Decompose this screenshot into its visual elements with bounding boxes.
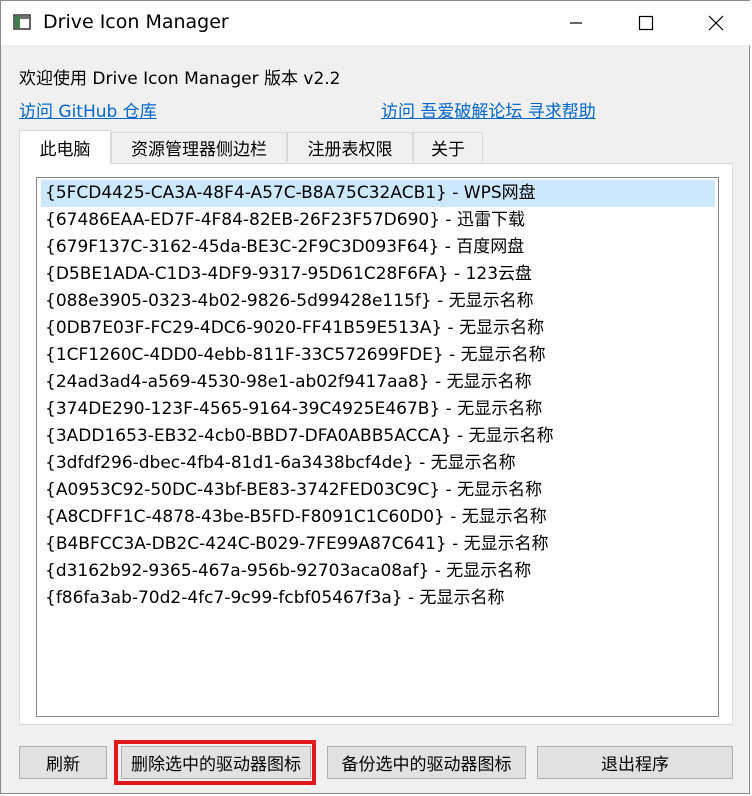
tab-explorer-sidebar[interactable]: 资源管理器侧边栏	[111, 132, 287, 162]
delete-selected-button[interactable]: 删除选中的驱动器图标	[121, 746, 311, 779]
title-bar: Drive Icon Manager	[1, 1, 751, 45]
maximize-button[interactable]	[623, 1, 669, 45]
list-item[interactable]: {B4BFCC3A-DB2C-424C-B029-7FE99A87C641} -…	[41, 531, 715, 558]
github-link[interactable]: 访问 GitHub 仓库	[19, 97, 157, 122]
list-item[interactable]: {679F137C-3162-45da-BE3C-2F9C3D093F64} -…	[41, 234, 715, 261]
welcome-text: 欢迎使用 Drive Icon Manager 版本 v2.2	[19, 69, 341, 89]
app-window: Drive Icon Manager 欢迎使用 Drive Icon Manag…	[0, 0, 751, 794]
tab-panel: {5FCD4425-CA3A-48F4-A57C-B8A75C32ACB1} -…	[19, 163, 733, 725]
list-item[interactable]: {A0953C92-50DC-43bf-BE83-3742FED03C9C} -…	[41, 477, 715, 504]
list-item[interactable]: {67486EAA-ED7F-4F84-82EB-26F23F57D690} -…	[41, 207, 715, 234]
drive-icon-list[interactable]: {5FCD4425-CA3A-48F4-A57C-B8A75C32ACB1} -…	[36, 177, 719, 717]
exit-button[interactable]: 退出程序	[537, 746, 733, 779]
backup-selected-button[interactable]: 备份选中的驱动器图标	[327, 746, 526, 779]
list-item[interactable]: {088e3905-0323-4b02-9826-5d99428e115f} -…	[41, 288, 715, 315]
window-title: Drive Icon Manager	[43, 11, 229, 33]
app-icon	[13, 14, 31, 30]
list-item[interactable]: {0DB7E03F-FC29-4DC6-9020-FF41B59E513A} -…	[41, 315, 715, 342]
list-item[interactable]: {374DE290-123F-4565-9164-39C4925E467B} -…	[41, 396, 715, 423]
list-item[interactable]: {A8CDFF1C-4878-43be-B5FD-F8091C1C60D0} -…	[41, 504, 715, 531]
list-item[interactable]: {3dfdf296-dbec-4fb4-81d1-6a3438bcf4de} -…	[41, 450, 715, 477]
refresh-button[interactable]: 刷新	[19, 746, 107, 779]
list-item[interactable]: {D5BE1ADA-C1D3-4DF9-9317-95D61C28F6FA} -…	[41, 261, 715, 288]
close-button[interactable]	[693, 1, 739, 45]
tab-about[interactable]: 关于	[413, 132, 483, 162]
list-item[interactable]: {3ADD1653-EB32-4cb0-BBD7-DFA0ABB5ACCA} -…	[41, 423, 715, 450]
list-item[interactable]: {f86fa3ab-70d2-4fc7-9c99-fcbf05467f3a} -…	[41, 585, 715, 612]
minimize-button[interactable]	[553, 1, 599, 45]
tab-registry-permissions[interactable]: 注册表权限	[287, 132, 413, 162]
list-item[interactable]: {24ad3ad4-a569-4530-98e1-ab02f9417aa8} -…	[41, 369, 715, 396]
close-icon	[708, 15, 724, 31]
list-item[interactable]: {1CF1260C-4DD0-4ebb-811F-33C572699FDE} -…	[41, 342, 715, 369]
forum-link[interactable]: 访问 吾爱破解论坛 寻求帮助	[381, 97, 596, 122]
minimize-icon	[570, 22, 582, 24]
list-item[interactable]: {5FCD4425-CA3A-48F4-A57C-B8A75C32ACB1} -…	[41, 180, 715, 207]
maximize-icon	[638, 15, 654, 31]
tab-this-pc[interactable]: 此电脑	[19, 130, 111, 164]
list-item[interactable]: {d3162b92-9365-467a-956b-92703aca08af} -…	[41, 558, 715, 585]
